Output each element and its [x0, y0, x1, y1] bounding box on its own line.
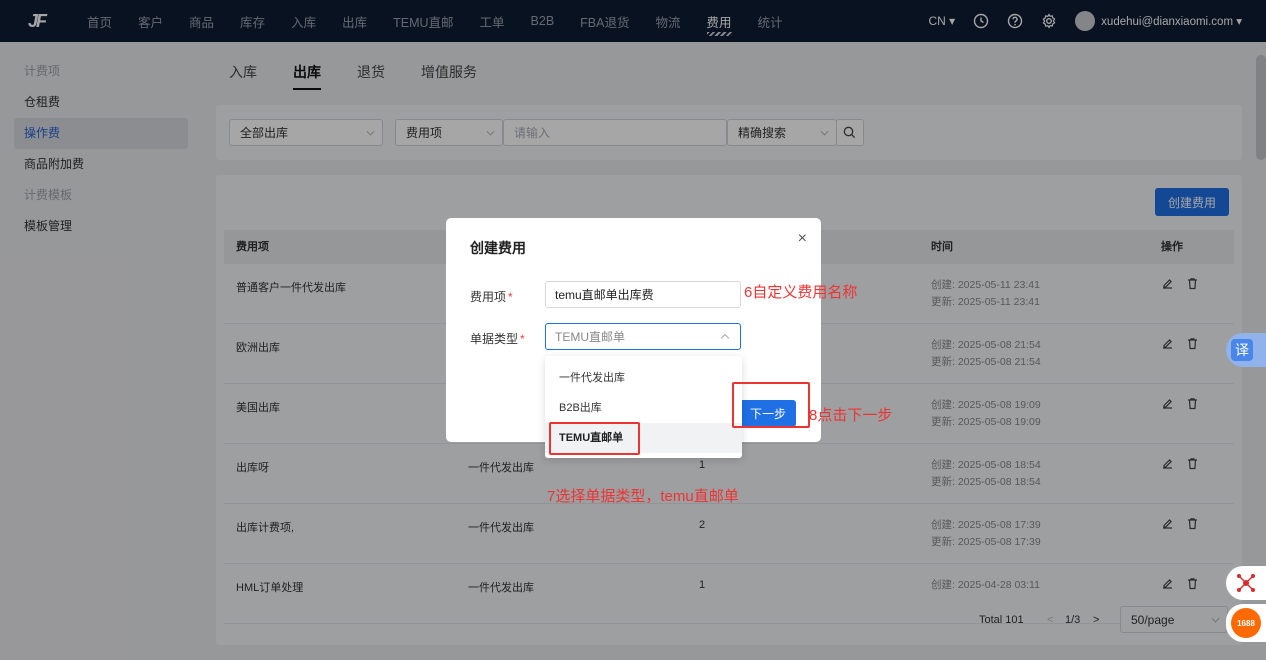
required-mark: *	[520, 332, 525, 346]
network-icon	[1237, 574, 1255, 592]
option-b2b-outbound[interactable]: B2B出库	[545, 393, 742, 423]
translate-icon: 译	[1231, 339, 1253, 361]
option-dropship-outbound[interactable]: 一件代发出库	[545, 363, 742, 393]
required-mark: *	[508, 290, 513, 304]
annotation-box-next-button	[732, 382, 810, 428]
fee-item-value: temu直邮单出库费	[555, 288, 654, 302]
doc-type-label: 单据类型 *	[470, 330, 525, 347]
network-widget[interactable]	[1226, 566, 1266, 600]
doc-type-label-text: 单据类型	[470, 332, 519, 346]
dialog-title: 创建费用	[470, 240, 526, 256]
chevron-up-icon	[720, 333, 730, 343]
close-icon[interactable]: ×	[798, 230, 807, 248]
brand-logo-icon: 1688	[1231, 608, 1261, 638]
translate-widget[interactable]: 译	[1226, 333, 1266, 367]
doc-type-value: TEMU直邮单	[555, 330, 625, 344]
annotation-step6: 6自定义费用名称	[744, 284, 858, 301]
annotation-step7: 7选择单据类型，temu直邮单	[547, 488, 739, 505]
doc-type-select[interactable]: TEMU直邮单	[545, 323, 741, 350]
fee-item-label-text: 费用项	[470, 290, 507, 304]
fee-item-input[interactable]: temu直邮单出库费	[545, 281, 741, 308]
brand-widget[interactable]: 1688	[1226, 604, 1266, 642]
annotation-step8: 8点击下一步	[809, 407, 893, 424]
fee-item-label: 费用项 *	[470, 288, 513, 305]
annotation-box-temu-option	[549, 422, 640, 455]
